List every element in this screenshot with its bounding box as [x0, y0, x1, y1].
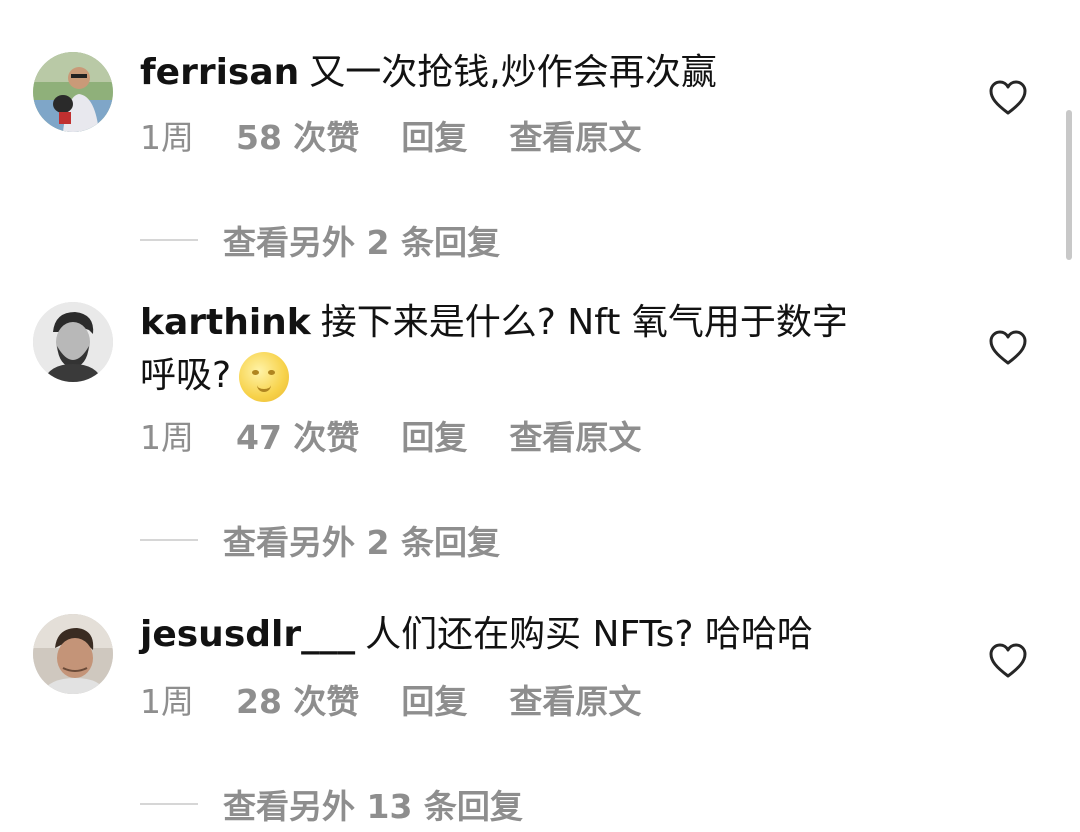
comment-time: 1周	[140, 418, 194, 457]
divider-line	[140, 803, 198, 805]
comment-meta: 1周 58 次赞 回复 查看原文	[140, 118, 683, 158]
comment-time: 1周	[140, 682, 194, 721]
like-count[interactable]: 58 次赞	[236, 118, 359, 157]
comment-text: 接下来是什么? Nft 氧气用于数字	[320, 302, 848, 343]
comment-username[interactable]: ferrisan	[140, 52, 299, 93]
avatar[interactable]	[33, 52, 113, 132]
comment-text-line: karthink 接下来是什么? Nft 氧气用于数字	[140, 298, 848, 348]
comment-text: 人们还在购买 NFTs? 哈哈哈	[365, 614, 813, 655]
view-original-button[interactable]: 查看原文	[509, 418, 641, 457]
view-replies-button[interactable]: 查看另外 13 条回复	[140, 780, 523, 826]
heart-outline-icon[interactable]	[988, 80, 1028, 116]
reply-button[interactable]: 回复	[401, 418, 467, 457]
avatar[interactable]	[33, 302, 113, 382]
comment-username[interactable]: karthink	[140, 302, 311, 343]
comment-text-line: jesusdlr___ 人们还在购买 NFTs? 哈哈哈	[140, 610, 813, 660]
avatar[interactable]	[33, 614, 113, 694]
full-moon-face-emoji	[239, 352, 290, 402]
view-original-button[interactable]: 查看原文	[509, 682, 641, 721]
comment-text: 又一次抢钱,炒作会再次赢	[309, 52, 717, 93]
comment-text-line-2: 呼吸?	[140, 351, 290, 402]
view-replies-label: 查看另外 2 条回复	[223, 523, 500, 562]
heart-outline-icon[interactable]	[988, 643, 1028, 679]
reply-button[interactable]: 回复	[401, 682, 467, 721]
view-replies-label: 查看另外 13 条回复	[223, 787, 523, 826]
comment-username[interactable]: jesusdlr___	[140, 614, 355, 655]
heart-outline-icon[interactable]	[988, 330, 1028, 366]
comment-time: 1周	[140, 118, 194, 157]
reply-button[interactable]: 回复	[401, 118, 467, 157]
divider-line	[140, 239, 198, 241]
comment-meta: 1周 28 次赞 回复 查看原文	[140, 682, 683, 722]
comment-text-continued: 呼吸?	[140, 355, 232, 396]
divider-line	[140, 539, 198, 541]
comment-text-line: ferrisan 又一次抢钱,炒作会再次赢	[140, 48, 717, 98]
like-count[interactable]: 28 次赞	[236, 682, 359, 721]
view-replies-button[interactable]: 查看另外 2 条回复	[140, 216, 500, 262]
like-count[interactable]: 47 次赞	[236, 418, 359, 457]
comment-meta: 1周 47 次赞 回复 查看原文	[140, 418, 683, 458]
view-replies-button[interactable]: 查看另外 2 条回复	[140, 516, 500, 562]
scrollbar[interactable]	[1066, 110, 1072, 260]
view-replies-label: 查看另外 2 条回复	[223, 223, 500, 262]
view-original-button[interactable]: 查看原文	[509, 118, 641, 157]
